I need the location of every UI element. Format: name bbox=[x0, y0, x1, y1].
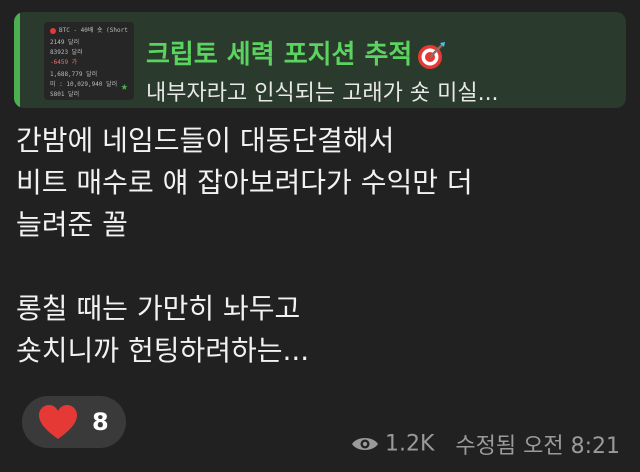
red-dot-icon bbox=[50, 27, 56, 34]
message-line: 롱칠 때는 가만히 놔두고 bbox=[16, 292, 301, 325]
reply-preview[interactable]: BTC - 40배 숏 (Short 2149 달러 83923 달러 -645… bbox=[14, 12, 626, 108]
view-count: 1.2K bbox=[384, 431, 435, 457]
star-icon: ★ bbox=[120, 79, 128, 93]
reply-thumbnail: BTC - 40배 숏 (Short 2149 달러 83923 달러 -645… bbox=[44, 22, 134, 100]
reply-text: 내부자라고 인식되는 고래가 숏 미실... bbox=[146, 81, 499, 106]
thumb-line: BTC - 40배 숏 (Short bbox=[59, 27, 128, 34]
thumb-line: 미 : 10,029,940 달러 bbox=[50, 81, 118, 88]
thumb-line: 1,688,779 달러 bbox=[50, 71, 98, 78]
reply-accent-bar bbox=[14, 12, 20, 108]
message-bubble: BTC - 40배 숏 (Short 2149 달러 83923 달러 -645… bbox=[0, 0, 640, 472]
thumb-line: 2149 달러 bbox=[50, 39, 80, 46]
reaction-count: 8 bbox=[92, 408, 109, 436]
heart-reaction-button[interactable]: 8 bbox=[22, 396, 126, 448]
message-meta: 1.2K 수정됨 오전 8:21 bbox=[351, 428, 620, 460]
heart-icon bbox=[39, 405, 77, 439]
thumb-line: S801 달러 bbox=[50, 91, 80, 98]
message-line: 비트 매수로 얘 잡아보려다가 수익만 더 bbox=[16, 166, 473, 199]
message-line: 늘려준 꼴 bbox=[16, 208, 128, 241]
message-line: 숏치니까 헌팅하려하는... bbox=[16, 334, 310, 367]
target-dart-icon bbox=[418, 41, 446, 69]
eye-icon bbox=[351, 438, 378, 450]
reply-title: 크립토 세력 포지션 추적 bbox=[146, 34, 446, 71]
message-line: 간밤에 네임드들이 대동단결해서 bbox=[16, 124, 395, 157]
message-blank-line bbox=[16, 246, 616, 288]
thumb-line: 83923 달러 bbox=[50, 49, 83, 56]
edited-timestamp: 수정됨 오전 8:21 bbox=[455, 434, 620, 459]
thumb-line: -6459 가 bbox=[50, 59, 78, 66]
message-text: 간밤에 네임드들이 대동단결해서 비트 매수로 얘 잡아보려다가 수익만 더 늘… bbox=[16, 120, 616, 372]
